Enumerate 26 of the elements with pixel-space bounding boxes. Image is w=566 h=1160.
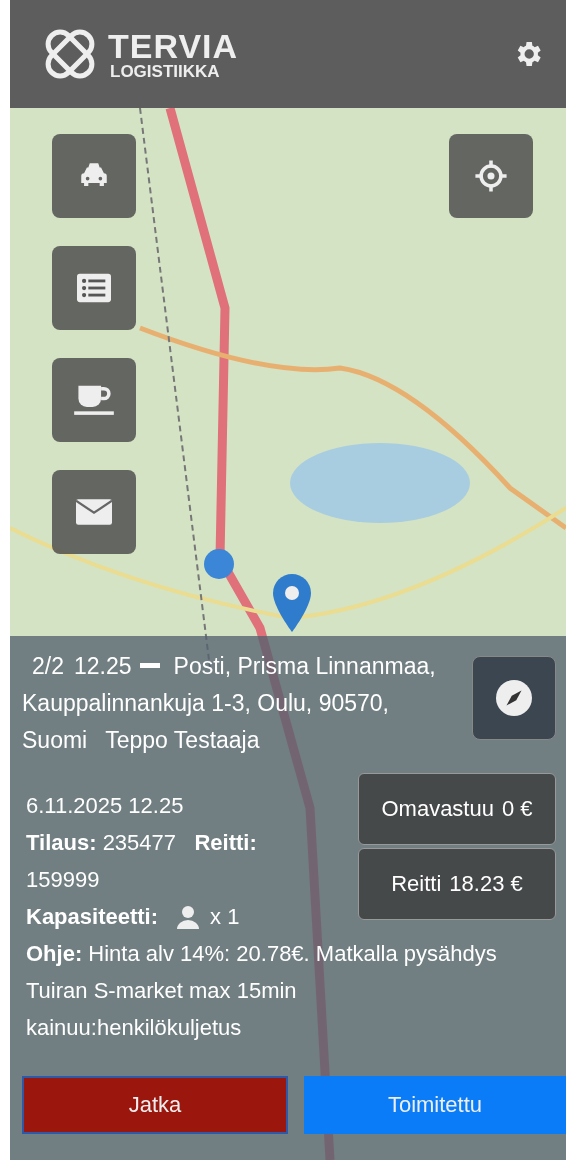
fee-value: 18.23 € bbox=[449, 871, 523, 897]
location-dot-icon bbox=[204, 549, 234, 579]
navigate-button[interactable] bbox=[472, 656, 556, 740]
taxi-button[interactable] bbox=[52, 134, 136, 218]
instructions-text: Ohje: Hinta alv 14%: 20.78€. Matkalla pysähdys Tuiran S-market max 15min kainuu:henkilökuljetus bbox=[25, 940, 498, 1042]
envelope-icon bbox=[76, 499, 112, 525]
brand-subtitle: LOGISTIIKKA bbox=[110, 62, 221, 80]
person-icon bbox=[176, 904, 201, 929]
locate-button[interactable] bbox=[449, 134, 533, 218]
break-button[interactable] bbox=[52, 358, 136, 442]
brand-name: TERVIA bbox=[108, 28, 239, 63]
fee-value: 0 € bbox=[501, 796, 533, 822]
messages-button[interactable] bbox=[52, 470, 136, 554]
capacity-count: x 1 bbox=[210, 903, 240, 931]
map-pin-icon bbox=[272, 574, 312, 632]
compass-icon bbox=[496, 680, 532, 716]
crosshair-icon bbox=[474, 159, 508, 193]
order-datetime: 6.11.2025 12.25 bbox=[26, 792, 185, 820]
continue-button[interactable]: Jatka bbox=[22, 1076, 288, 1134]
capacity-label: Kapasiteetti: bbox=[26, 903, 159, 931]
fee-label: Omavastuu bbox=[381, 796, 494, 822]
list-icon bbox=[77, 273, 111, 303]
list-button[interactable] bbox=[52, 246, 136, 330]
coffee-cup-icon bbox=[74, 383, 114, 417]
fee-label: Reitti bbox=[391, 871, 442, 897]
trip-summary: 2/2 12.25 Posti, Prisma Linnanmaa, Kauppalinnankuja 1-3, Oulu, 90570, Suomi Teppo Testaaja bbox=[22, 652, 437, 755]
